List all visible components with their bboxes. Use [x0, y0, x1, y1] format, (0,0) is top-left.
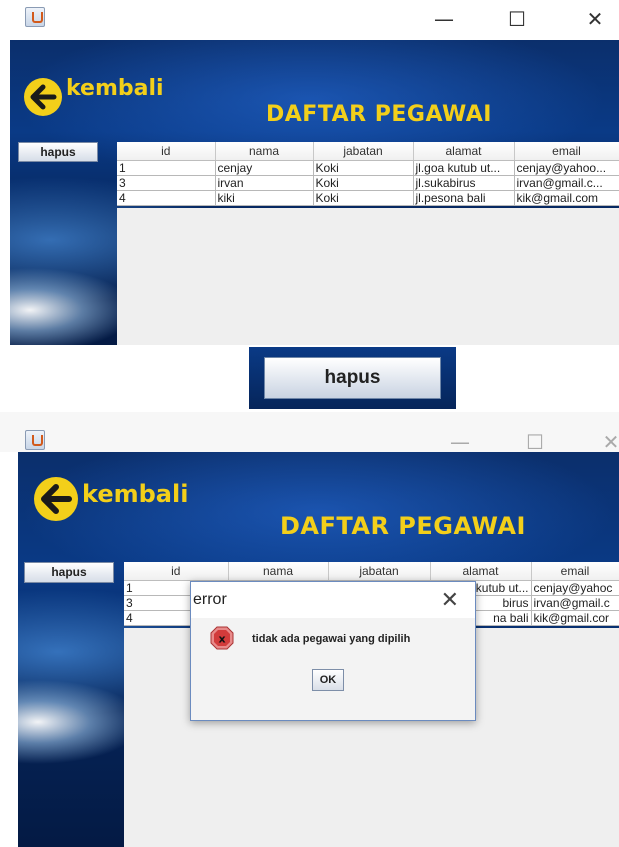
column-header-jabatan[interactable]: jabatan: [313, 142, 414, 161]
back-button[interactable]: [34, 477, 78, 521]
cell-email[interactable]: kik@gmail.cor: [531, 610, 619, 626]
maximize-button[interactable]: ☐: [521, 432, 549, 452]
column-header-nama[interactable]: nama: [215, 142, 314, 161]
table-empty-area[interactable]: [117, 208, 619, 345]
column-header-email[interactable]: email: [531, 562, 619, 581]
table-row[interactable]: 4 kiki Koki jl.pesona bali kik@gmail.com: [117, 190, 619, 206]
cell-id[interactable]: 4: [117, 190, 216, 206]
ok-button[interactable]: OK: [312, 669, 344, 691]
employee-table: id nama jabatan alamat email 1 cenjay Ko…: [117, 142, 619, 206]
cell-nama[interactable]: kiki: [215, 190, 314, 206]
close-button[interactable]: ✕: [597, 432, 619, 452]
cell-email[interactable]: kik@gmail.com: [514, 190, 619, 206]
minimize-button[interactable]: —: [430, 9, 458, 29]
arrow-left-icon: [30, 84, 57, 110]
error-dialog: error ✕ x tidak ada pegawai yang dipilih…: [190, 581, 476, 721]
page-title: DAFTAR PEGAWAI: [280, 512, 526, 540]
column-header-email[interactable]: email: [514, 142, 619, 161]
cell-email[interactable]: irvan@gmail.c...: [514, 175, 619, 191]
hapus-button[interactable]: hapus: [24, 562, 114, 583]
dialog-titlebar: error ✕: [191, 582, 475, 618]
page-title: DAFTAR PEGAWAI: [266, 102, 492, 127]
table-row[interactable]: 1 cenjay Koki jl.goa kutub ut... cenjay@…: [117, 160, 619, 176]
cell-nama[interactable]: irvan: [215, 175, 314, 191]
hapus-button-enlarged[interactable]: hapus: [264, 357, 441, 399]
column-header-id[interactable]: id: [124, 562, 229, 581]
hapus-button[interactable]: hapus: [18, 142, 98, 162]
cell-id[interactable]: 1: [117, 160, 216, 176]
cell-jabatan[interactable]: Koki: [313, 190, 414, 206]
table-header-row: id nama jabatan alamat email: [124, 562, 619, 581]
close-button[interactable]: ✕: [581, 9, 609, 29]
minimize-button[interactable]: —: [446, 432, 474, 452]
cell-jabatan[interactable]: Koki: [313, 160, 414, 176]
arrow-left-icon: [41, 484, 72, 514]
column-header-alamat[interactable]: alamat: [413, 142, 515, 161]
svg-text:x: x: [218, 633, 225, 646]
maximize-button[interactable]: ☐: [503, 9, 531, 29]
cell-nama[interactable]: cenjay: [215, 160, 314, 176]
top-main-panel: kembali DAFTAR PEGAWAI hapus id nama jab…: [10, 40, 619, 345]
column-header-alamat[interactable]: alamat: [430, 562, 532, 581]
column-header-jabatan[interactable]: jabatan: [328, 562, 431, 581]
bottom-window-titlebar: — ☐ ✕: [0, 412, 619, 452]
table-header-row: id nama jabatan alamat email: [117, 142, 619, 161]
cell-email[interactable]: cenjay@yahoo...: [514, 160, 619, 176]
hapus-button-zoom: hapus: [249, 347, 456, 409]
table-row[interactable]: 3 irvan Koki jl.sukabirus irvan@gmail.c.…: [117, 175, 619, 191]
dialog-close-button[interactable]: ✕: [441, 588, 459, 613]
cell-alamat[interactable]: jl.sukabirus: [413, 175, 515, 191]
cell-jabatan[interactable]: Koki: [313, 175, 414, 191]
back-label[interactable]: kembali: [66, 76, 164, 101]
top-window-titlebar: — ☐ ✕: [0, 0, 619, 40]
dialog-title: error: [193, 591, 227, 608]
cell-email[interactable]: cenjay@yahoc: [531, 580, 619, 596]
cell-alamat[interactable]: jl.pesona bali: [413, 190, 515, 206]
back-label[interactable]: kembali: [82, 480, 188, 508]
dialog-message: tidak ada pegawai yang dipilih: [252, 633, 411, 645]
java-app-icon: [25, 7, 45, 27]
column-header-id[interactable]: id: [117, 142, 216, 161]
cell-id[interactable]: 3: [117, 175, 216, 191]
column-header-nama[interactable]: nama: [228, 562, 329, 581]
cell-email[interactable]: irvan@gmail.c: [531, 595, 619, 611]
back-button[interactable]: [24, 78, 62, 116]
java-app-icon: [25, 430, 45, 450]
cell-alamat[interactable]: jl.goa kutub ut...: [413, 160, 515, 176]
error-x-icon: x: [210, 626, 234, 650]
